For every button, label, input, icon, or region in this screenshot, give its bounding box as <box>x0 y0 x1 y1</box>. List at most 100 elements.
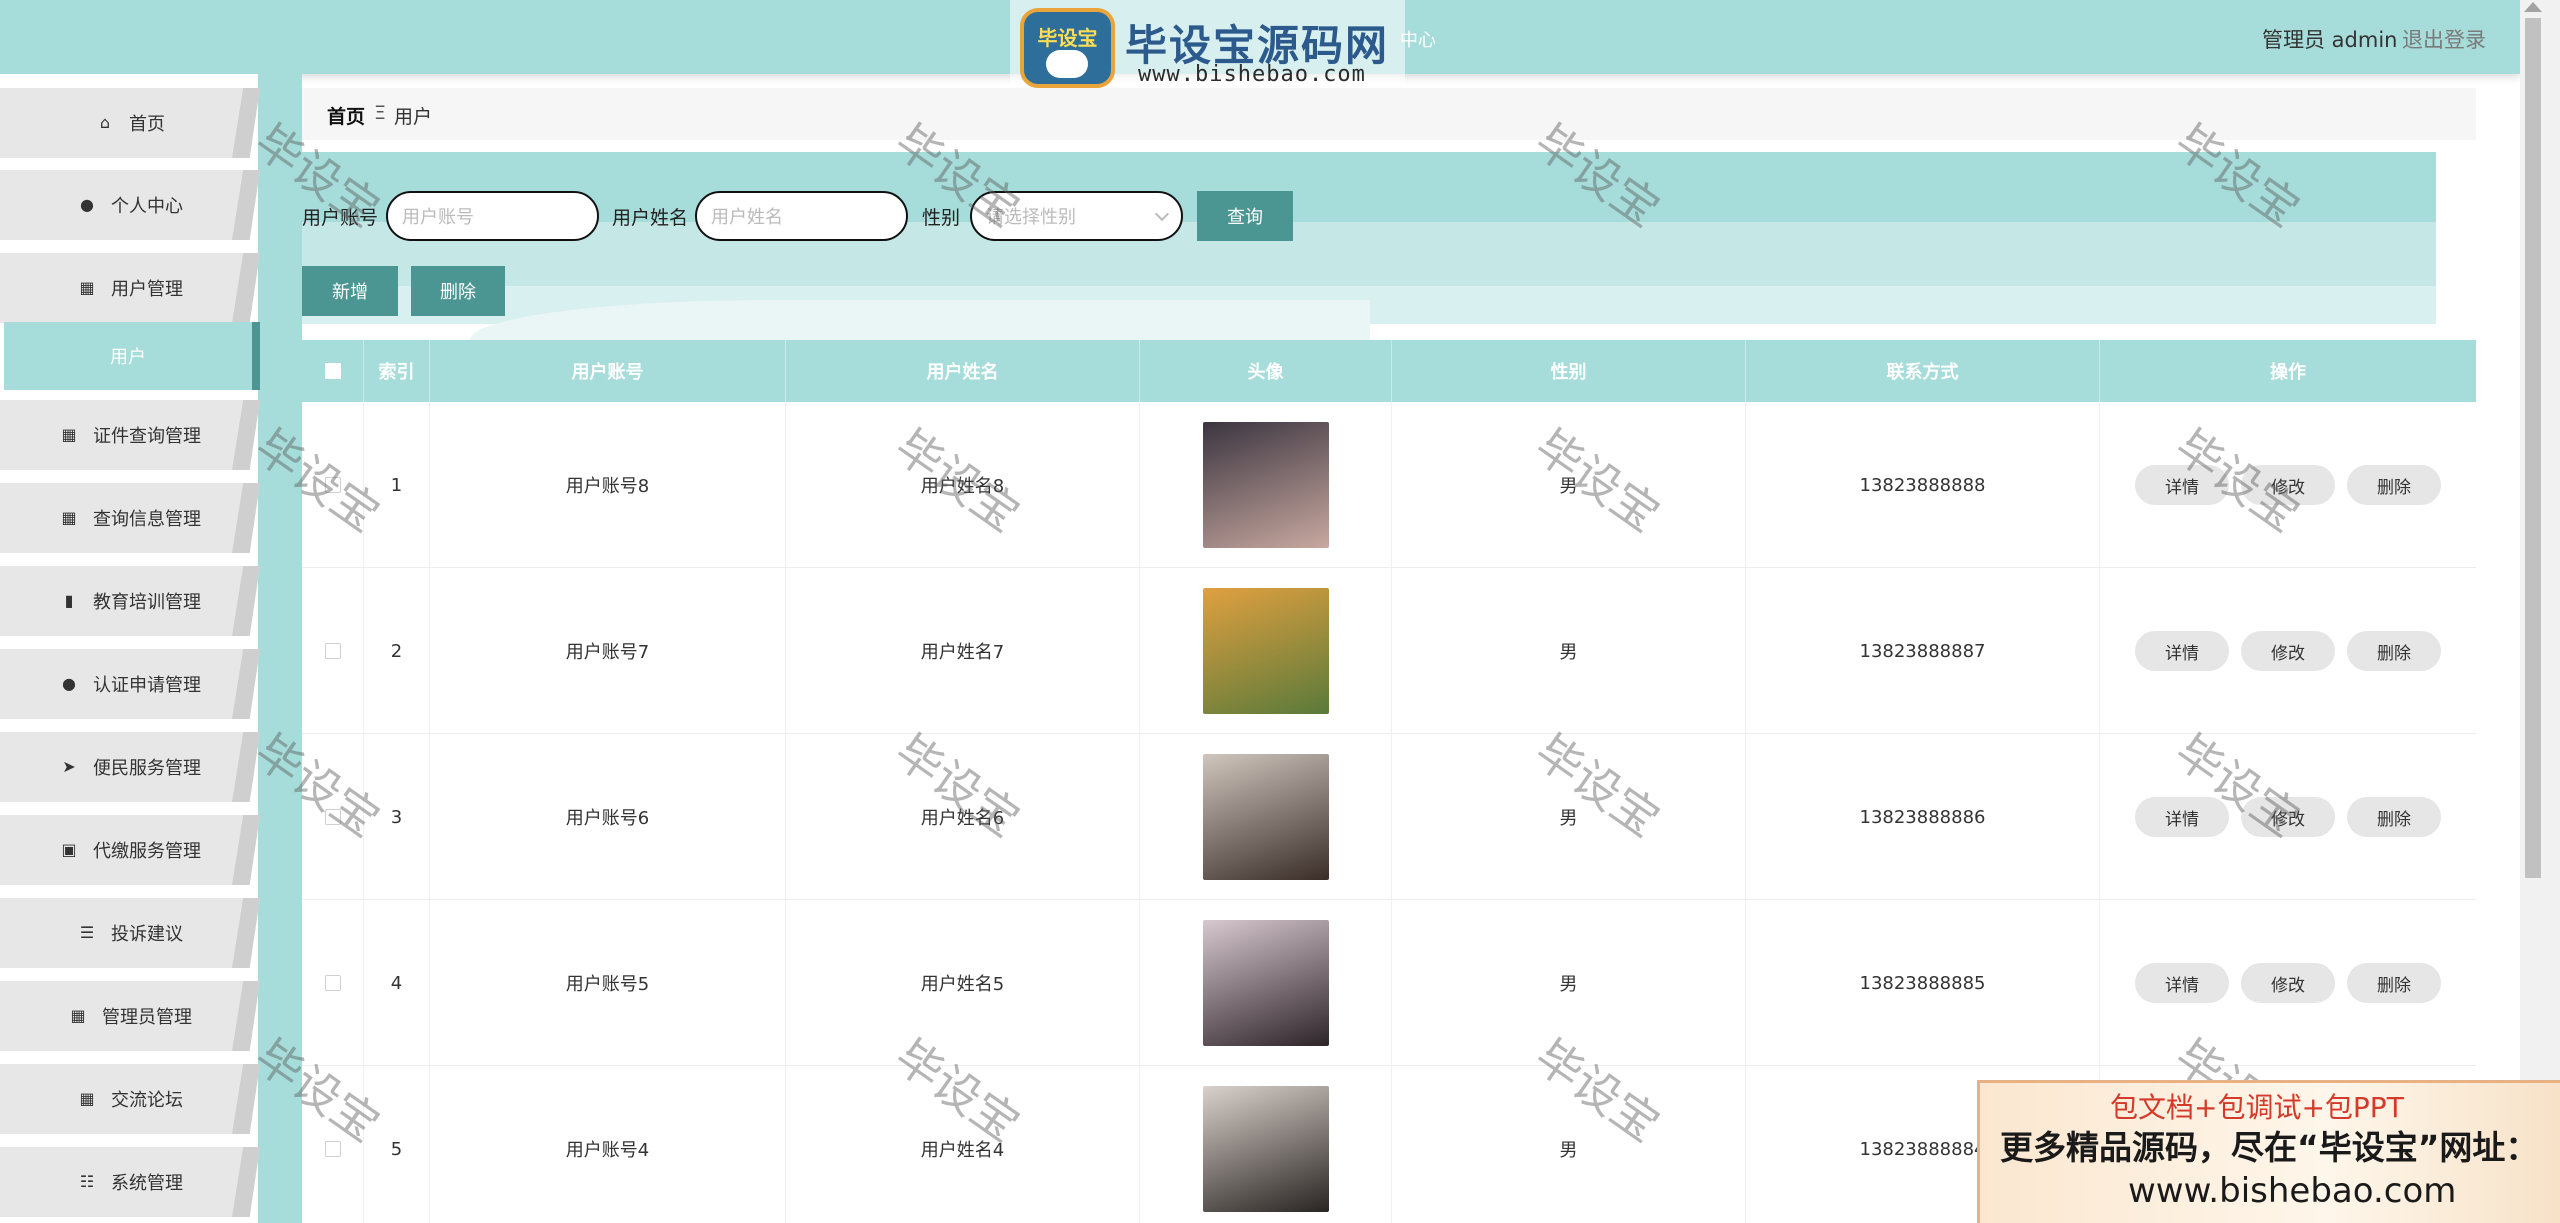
cell-phone: 13823888885 <box>1746 900 2100 1066</box>
edit-button[interactable]: 修改 <box>2241 631 2335 671</box>
detail-button[interactable]: 详情 <box>2135 631 2229 671</box>
bulb-icon: ● <box>62 674 76 693</box>
sidebar-item-8[interactable]: ▣ 代缴服务管理 <box>0 815 260 885</box>
row-checkbox[interactable] <box>324 809 341 825</box>
detail-button[interactable]: 详情 <box>2135 963 2229 1003</box>
row-checkbox[interactable] <box>324 643 341 659</box>
table-row: 4 用户账号5 用户姓名5 男 13823888885 详情 修改 删除 <box>302 900 2476 1066</box>
sidebar-item-0[interactable]: ⌂ 首页 <box>0 88 260 158</box>
sidebar-item-label: 证件查询管理 <box>93 426 201 447</box>
name-search-input[interactable]: 用户姓名 <box>695 191 908 241</box>
sidebar-subitem-users[interactable]: 用户 <box>4 322 260 390</box>
name-label: 用户姓名 <box>612 207 689 229</box>
grid-icon: ▦ <box>79 278 95 297</box>
cell-account: 用户账号8 <box>430 402 786 568</box>
sidebar-item-9[interactable]: ☰ 投诉建议 <box>0 898 260 968</box>
breadcrumb-current: 用户 <box>394 106 433 128</box>
cell-name: 用户姓名6 <box>786 734 1140 900</box>
row-checkbox[interactable] <box>324 975 341 991</box>
avatar <box>1202 754 1329 880</box>
sidebar-item-label: 查询信息管理 <box>93 509 201 530</box>
sidebar-item-label: 个人中心 <box>111 196 183 217</box>
delete-button[interactable]: 删除 <box>2347 631 2441 671</box>
logo-badge-icon: 毕设宝 <box>1020 8 1115 88</box>
book-icon: ▮ <box>64 591 74 610</box>
delete-button[interactable]: 删除 <box>2347 963 2441 1003</box>
send-icon: ➤ <box>62 757 76 776</box>
avatar <box>1202 920 1329 1046</box>
col-avatar: 头像 <box>1140 340 1392 402</box>
grid-icon: ▦ <box>70 1006 86 1025</box>
sidebar-item-label: 管理员管理 <box>102 1007 192 1028</box>
sidebar-item-5[interactable]: ▮ 教育培训管理 <box>0 566 260 636</box>
edit-button[interactable]: 修改 <box>2241 797 2335 837</box>
col-gender: 性别 <box>1392 340 1746 402</box>
gender-select[interactable]: 请选择性别 <box>970 191 1183 241</box>
scroll-up-icon[interactable] <box>2524 2 2542 12</box>
select-all-checkbox[interactable] <box>324 363 341 379</box>
breadcrumb-home[interactable]: 首页 <box>327 102 365 129</box>
sidebar-item-11[interactable]: ▦ 交流论坛 <box>0 1064 260 1134</box>
chevron-down-icon <box>1154 206 1170 222</box>
sidebar-item-4[interactable]: ▦ 查询信息管理 <box>0 483 260 553</box>
promo-line2: 更多精品源码，尽在“毕设宝”网址： <box>2000 1128 2539 1167</box>
table-header: 索引 用户账号 用户姓名 头像 性别 联系方式 操作 <box>302 340 2476 402</box>
edit-button[interactable]: 修改 <box>2241 963 2335 1003</box>
cell-account: 用户账号7 <box>430 568 786 734</box>
sidebar-item-label: 交流论坛 <box>111 1090 183 1111</box>
sidebar-item-3[interactable]: ▦ 证件查询管理 <box>0 400 260 470</box>
avatar <box>1202 422 1329 548</box>
logo-url: www.bishebao.com <box>1138 62 1366 87</box>
add-button[interactable]: 新增 <box>302 266 398 316</box>
account-search-input[interactable]: 用户账号 <box>386 191 599 241</box>
query-button[interactable]: 查询 <box>1197 191 1293 241</box>
sidebar-item-1[interactable]: ● 个人中心 <box>0 170 260 240</box>
current-user: 管理员 admin <box>2262 28 2398 52</box>
avatar <box>1202 1086 1329 1212</box>
sidebar-item-6[interactable]: ● 认证申请管理 <box>0 649 260 719</box>
detail-button[interactable]: 详情 <box>2135 465 2229 505</box>
header-title-fragment: 中心 <box>1400 30 1436 51</box>
cell-phone: 13823888888 <box>1746 402 2100 568</box>
cell-index: 2 <box>364 568 430 734</box>
cell-account: 用户账号4 <box>430 1066 786 1223</box>
sidebar-item-label: 系统管理 <box>111 1173 183 1194</box>
sidebar-item-label: 首页 <box>129 114 165 135</box>
edit-button[interactable]: 修改 <box>2241 465 2335 505</box>
delete-button[interactable]: 删除 <box>2347 465 2441 505</box>
sidebar-item-10[interactable]: ▦ 管理员管理 <box>0 981 260 1051</box>
sliders-icon: ☷ <box>79 1172 95 1191</box>
cell-index: 4 <box>364 900 430 1066</box>
sidebar-item-7[interactable]: ➤ 便民服务管理 <box>0 732 260 802</box>
row-checkbox[interactable] <box>324 477 341 493</box>
cell-name: 用户姓名4 <box>786 1066 1140 1223</box>
gender-label: 性别 <box>922 207 961 229</box>
cell-name: 用户姓名7 <box>786 568 1140 734</box>
avatar <box>1202 588 1329 714</box>
cell-account: 用户账号6 <box>430 734 786 900</box>
sidebar-item-12[interactable]: ☷ 系统管理 <box>0 1147 260 1217</box>
sidebar-item-2[interactable]: ▦ 用户管理 <box>0 253 260 323</box>
clipboard-icon: ▣ <box>61 840 77 859</box>
col-phone: 联系方式 <box>1746 340 2100 402</box>
row-checkbox[interactable] <box>324 1141 341 1157</box>
detail-button[interactable]: 详情 <box>2135 797 2229 837</box>
account-label: 用户账号 <box>302 207 379 229</box>
sidebar-item-label: 用户管理 <box>111 279 183 300</box>
logout-link[interactable]: 退出登录 <box>2402 24 2486 54</box>
cell-index: 3 <box>364 734 430 900</box>
promo-banner: 包文档+包调试+包PPT 更多精品源码，尽在“毕设宝”网址： www.bishe… <box>1977 1080 2560 1223</box>
col-actions: 操作 <box>2270 362 2306 383</box>
promo-line3: www.bishebao.com <box>2128 1171 2457 1211</box>
cell-gender: 男 <box>1392 402 1746 568</box>
page-scrollbar[interactable] <box>2520 0 2560 1223</box>
table-row: 1 用户账号8 用户姓名8 男 13823888888 详情 修改 删除 <box>302 402 2476 568</box>
user-icon: ● <box>80 195 94 214</box>
cell-name: 用户姓名8 <box>786 402 1140 568</box>
batch-delete-button[interactable]: 删除 <box>411 266 505 316</box>
col-index: 索引 <box>364 340 430 402</box>
col-name: 用户姓名 <box>786 340 1140 402</box>
delete-button[interactable]: 删除 <box>2347 797 2441 837</box>
sidebar-item-label: 投诉建议 <box>111 924 183 945</box>
scrollbar-thumb[interactable] <box>2525 18 2541 878</box>
